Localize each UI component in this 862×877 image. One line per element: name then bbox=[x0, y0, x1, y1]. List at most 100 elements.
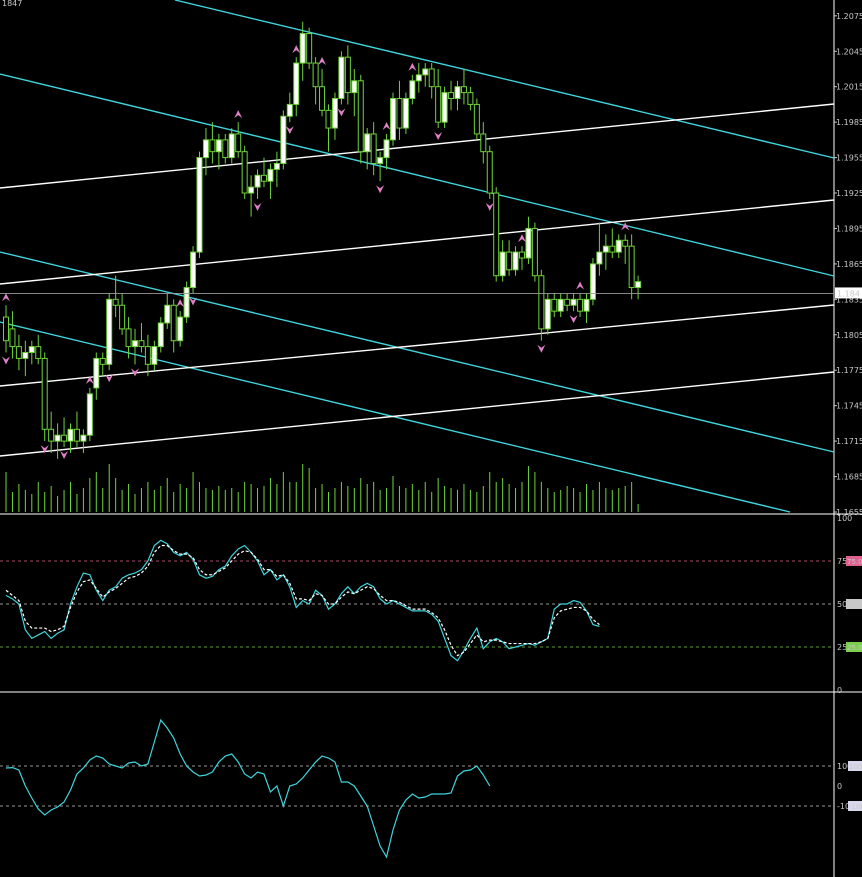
price-tick-label: 1.2015 bbox=[836, 83, 862, 92]
candle-body bbox=[519, 251, 525, 259]
fractal-down bbox=[434, 132, 443, 141]
candle-body bbox=[132, 340, 138, 348]
candle-body bbox=[28, 346, 35, 354]
channel-line bbox=[0, 371, 835, 457]
stoch-tick-label: 25 bbox=[837, 643, 847, 652]
price-tick-label: 1.1955 bbox=[836, 154, 862, 163]
candle-body bbox=[428, 68, 435, 88]
candle-body bbox=[125, 328, 132, 348]
price-tick-label: 1.1895 bbox=[836, 224, 862, 233]
candle-body bbox=[577, 298, 584, 312]
candle-body bbox=[370, 133, 377, 164]
candle-body bbox=[506, 251, 513, 271]
stochastic-panel[interactable]: 100 75 50 25 0 75.00 50.00 25.00 bbox=[0, 514, 862, 695]
candle-body bbox=[480, 133, 487, 153]
price-tick-label: 1.1805 bbox=[836, 331, 862, 340]
candle-body bbox=[235, 133, 242, 153]
candle-body bbox=[415, 74, 422, 82]
candle-body bbox=[22, 352, 29, 359]
candle-body bbox=[493, 192, 500, 277]
cci-line bbox=[5, 718, 491, 859]
stoch-level-label: 50.00 bbox=[847, 601, 862, 609]
candle-body bbox=[635, 281, 642, 289]
candle-body bbox=[383, 139, 390, 159]
stoch-tick-label: 0 bbox=[837, 686, 842, 695]
candle-body bbox=[609, 245, 616, 253]
price-tick-label: 1.1925 bbox=[836, 189, 862, 198]
candle-body bbox=[3, 316, 9, 342]
candle-body bbox=[183, 287, 190, 318]
price-tick-label: 1.1865 bbox=[836, 260, 862, 269]
channel-line bbox=[0, 321, 791, 513]
candle-body bbox=[596, 251, 603, 265]
fractal-down bbox=[485, 202, 494, 211]
candle-body bbox=[138, 340, 145, 348]
cci-panel[interactable]: 1000-100100.00-100.00 bbox=[0, 718, 862, 859]
current-price-label: 1.184 bbox=[837, 289, 860, 298]
cci-level-label: -100.00 bbox=[849, 803, 862, 811]
stoch-tick-label: 100 bbox=[837, 514, 852, 523]
candle-body bbox=[241, 151, 248, 194]
candle-body bbox=[473, 103, 480, 135]
candle-body bbox=[467, 92, 474, 105]
candle-body bbox=[583, 298, 590, 312]
fractal-down bbox=[253, 202, 262, 211]
fractal-up bbox=[382, 121, 391, 130]
candle-body bbox=[196, 157, 203, 253]
candle-body bbox=[570, 298, 577, 306]
candle-body bbox=[602, 245, 609, 253]
candle-body bbox=[364, 133, 371, 153]
stoch-tick-label: 50 bbox=[837, 600, 847, 609]
candle-body bbox=[615, 239, 622, 253]
price-tick-label: 1.1745 bbox=[836, 402, 862, 411]
candle-body bbox=[402, 98, 409, 129]
candle-body bbox=[67, 428, 74, 442]
candle-body bbox=[628, 245, 635, 289]
candle-body bbox=[460, 86, 467, 94]
candle-body bbox=[112, 298, 119, 306]
chart-canvas: 1.2075 1.2045 1.2015 1.1985 1.1955 1.1925 1.18… bbox=[0, 0, 862, 877]
fractal-up bbox=[2, 293, 10, 302]
fractal-down bbox=[376, 185, 385, 194]
candle-body bbox=[106, 298, 113, 365]
candle-body bbox=[119, 304, 126, 330]
candle-body bbox=[422, 68, 429, 76]
fractal-up bbox=[576, 281, 585, 290]
fractal-up bbox=[408, 62, 417, 71]
candle-body bbox=[357, 80, 364, 153]
candle-body bbox=[215, 139, 222, 153]
candle-body bbox=[228, 133, 235, 159]
candle-body bbox=[486, 151, 493, 194]
candle-body bbox=[396, 98, 403, 129]
candle-body bbox=[157, 322, 164, 348]
candle-body bbox=[512, 251, 519, 271]
candle-body bbox=[544, 298, 551, 330]
fractal-up bbox=[234, 110, 243, 119]
candle-body bbox=[306, 33, 313, 64]
price-tick-label: 1.1715 bbox=[836, 437, 862, 446]
candle-body bbox=[48, 428, 55, 442]
stoch-level-label: 25.00 bbox=[847, 644, 862, 652]
candle-body bbox=[209, 139, 216, 153]
fractal-down bbox=[569, 315, 578, 324]
candle-body bbox=[54, 434, 61, 442]
price-panel[interactable]: 1.2075 1.2045 1.2015 1.1985 1.1955 1.1925 1.18… bbox=[0, 0, 862, 877]
fractal-down bbox=[2, 356, 10, 365]
fractal-down bbox=[337, 108, 346, 117]
candle-body bbox=[312, 62, 319, 88]
price-tick-label: 1.2075 bbox=[836, 12, 862, 21]
candle-body bbox=[499, 251, 506, 277]
candle-body bbox=[531, 227, 538, 277]
candle-body bbox=[319, 86, 326, 111]
candle-body bbox=[280, 115, 287, 164]
price-tick-label: 1.1985 bbox=[836, 118, 862, 127]
fractal-down bbox=[60, 451, 69, 460]
candle-body bbox=[254, 174, 261, 188]
candle-body bbox=[177, 316, 184, 342]
channel-line bbox=[174, 0, 835, 159]
fractal-up bbox=[318, 56, 327, 65]
candle-body bbox=[441, 92, 448, 123]
cci-level-label: 100.00 bbox=[849, 763, 862, 771]
candle-body bbox=[86, 393, 93, 436]
fractal-down bbox=[285, 126, 294, 135]
